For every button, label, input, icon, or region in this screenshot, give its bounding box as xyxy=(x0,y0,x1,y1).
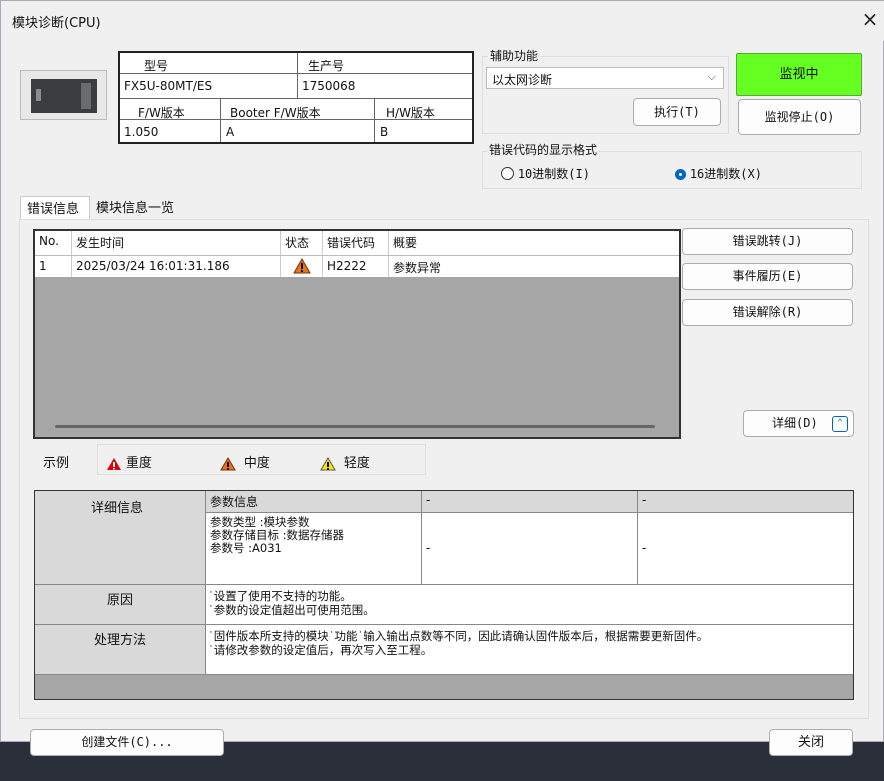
remedy-text: ˙固件版本所支持的模块˙功能˙输入输出点数等不同，因此请确认固件版本后，根据需要… xyxy=(206,625,853,675)
double-chevron-up-icon: ⌃ xyxy=(832,416,848,432)
radio-hex-label: 16进制数(X) xyxy=(689,167,762,181)
detail-button-label: 详细(D) xyxy=(772,416,818,430)
row-status xyxy=(281,256,323,277)
legend-moderate-text: 中度 xyxy=(243,456,270,471)
module-diagnostics-window: 模块诊断(CPU) × 型号 生产号 FX5U-80MT/ES 1750068 … xyxy=(0,0,884,756)
radio-decimal-label: 10进制数(I) xyxy=(517,167,590,181)
aux-function-select[interactable]: 以太网诊断 ⌵ xyxy=(486,67,724,89)
legend-minor-text: 轻度 xyxy=(343,456,370,471)
monitoring-status-button[interactable]: 监视中 xyxy=(736,53,862,96)
detail-col-header-1: 参数信息 xyxy=(206,491,422,513)
detail-col-header-3: - xyxy=(638,491,853,513)
row-summary: 参数异常 xyxy=(393,261,442,275)
event-history-button[interactable]: 事件履历(E) xyxy=(682,263,853,290)
horizontal-scrollbar[interactable] xyxy=(55,425,655,428)
error-code-format-label: 错误代码的显示格式 xyxy=(487,141,600,158)
col-time[interactable]: 发生时间 xyxy=(72,231,281,255)
monitor-stop-button[interactable]: 监视停止(O) xyxy=(738,99,861,135)
error-list-header: No. 发生时间 状态 错误代码 概要 xyxy=(35,231,679,255)
create-file-button[interactable]: 创建文件(C)... xyxy=(30,729,224,756)
chevron-down-icon: ⌵ xyxy=(707,70,716,83)
cause-line-2: ˙参数的设定值超出可使用范围。 xyxy=(208,603,375,617)
warning-icon-red xyxy=(107,457,121,470)
cause-line-1: ˙设置了使用不支持的功能。 xyxy=(208,589,352,603)
aux-function-selected: 以太网诊断 xyxy=(492,73,553,87)
detail-col-header-2: - xyxy=(422,491,638,513)
detail-param-info: 参数类型 :模块参数 参数存储目标 :数据存储器 参数号 :A031 xyxy=(206,513,422,585)
fw-version-value: 1.050 xyxy=(124,125,159,139)
error-jump-button[interactable]: 错误跳转(J) xyxy=(682,228,853,255)
legend-major-text: 重度 xyxy=(125,456,152,471)
remedy-line-1: ˙固件版本所支持的模块˙功能˙输入输出点数等不同，因此请确认固件版本后，根据需要… xyxy=(208,629,709,643)
legend-item-minor: 轻度 xyxy=(320,452,370,471)
detail-col3-value: - xyxy=(638,513,853,585)
row-time: 2025/03/24 16:01:31.186 xyxy=(72,256,281,277)
model-label: 型号 xyxy=(144,59,169,73)
model-value: FX5U-80MT/ES xyxy=(124,79,213,93)
col-summary[interactable]: 概要 xyxy=(389,231,679,255)
booter-version-value: A xyxy=(226,125,235,139)
remedy-label: 处理方法 xyxy=(35,625,206,675)
hw-version-value: B xyxy=(380,125,389,139)
warning-icon-yellow xyxy=(320,456,336,470)
booter-version-label: Booter F/W版本 xyxy=(230,106,321,120)
col-no[interactable]: No. xyxy=(35,231,72,255)
detail-button[interactable]: 详细(D) ⌃ xyxy=(743,410,854,437)
aux-function-label: 辅助功能 xyxy=(488,47,541,64)
module-image xyxy=(20,70,107,120)
window-title: 模块诊断(CPU) xyxy=(12,16,101,31)
title-bar: 模块诊断(CPU) × xyxy=(1,1,884,41)
remedy-line-2: ˙请修改参数的设定值后，再次写入至工程。 xyxy=(208,643,433,657)
module-info-table: 型号 生产号 FX5U-80MT/ES 1750068 F/W版本 Booter… xyxy=(118,51,474,144)
serial-label: 生产号 xyxy=(308,59,345,73)
tab-error-info[interactable]: 错误信息 xyxy=(20,196,90,220)
serial-value: 1750068 xyxy=(302,79,356,93)
col-status[interactable]: 状态 xyxy=(281,231,323,255)
legend-label: 示例 xyxy=(43,456,70,471)
error-list[interactable]: No. 发生时间 状态 错误代码 概要 1 2025/03/24 16:01:3… xyxy=(33,229,681,439)
param-number: 参数号 :A031 xyxy=(210,541,282,555)
warning-icon-orange xyxy=(220,456,236,470)
hw-version-label: H/W版本 xyxy=(386,106,435,120)
legend-item-moderate: 中度 xyxy=(220,452,270,471)
row-code: H2222 xyxy=(323,256,389,277)
radio-hex[interactable]: 16进制数(X) xyxy=(675,165,762,182)
close-icon[interactable]: × xyxy=(857,5,883,35)
legend-item-major: 重度 xyxy=(106,452,152,471)
detail-table: 详细信息 参数信息 - - 参数类型 :模块参数 参数存储目标 :数据存储器 参… xyxy=(34,490,854,700)
severity-legend: 重度 中度 轻度 xyxy=(97,444,426,475)
detail-col2-value: - xyxy=(422,513,638,585)
fw-version-label: F/W版本 xyxy=(138,106,185,120)
warning-icon xyxy=(292,257,311,274)
table-row[interactable]: 1 2025/03/24 16:01:31.186 H2222 参数异常 xyxy=(35,255,679,277)
radio-decimal[interactable]: 10进制数(I) xyxy=(501,165,590,182)
cause-label: 原因 xyxy=(35,585,206,625)
detail-info-label: 详细信息 xyxy=(91,501,144,516)
cause-text: ˙设置了使用不支持的功能。 ˙参数的设定值超出可使用范围。 xyxy=(206,585,853,625)
error-clear-button[interactable]: 错误解除(R) xyxy=(682,299,853,326)
execute-button[interactable]: 执行(T) xyxy=(633,98,721,126)
col-code[interactable]: 错误代码 xyxy=(323,231,389,255)
close-button[interactable]: 关闭 xyxy=(769,729,853,756)
row-no: 1 xyxy=(35,256,72,277)
tab-module-info-list[interactable]: 模块信息一览 xyxy=(90,196,182,218)
